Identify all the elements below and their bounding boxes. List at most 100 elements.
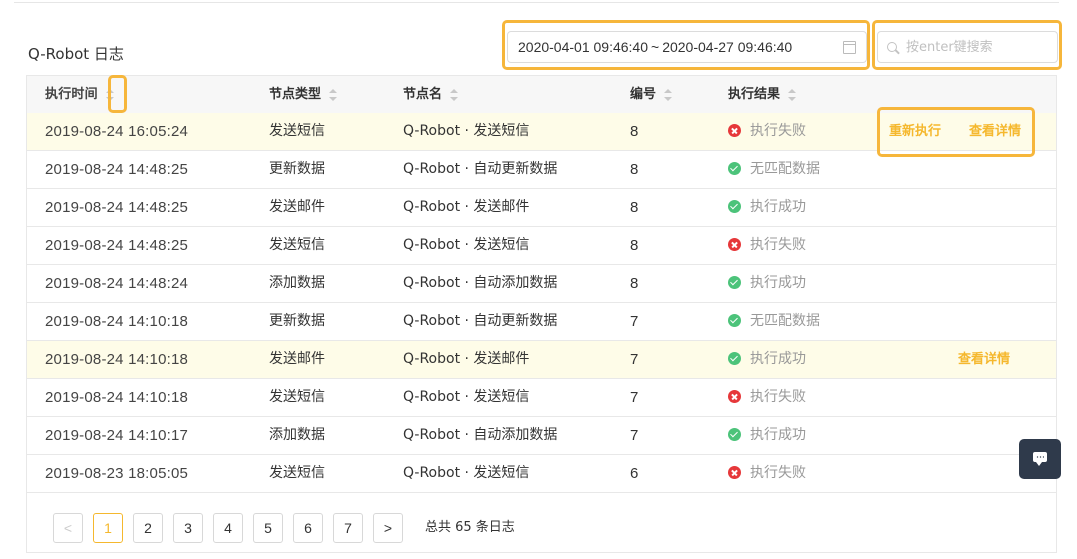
- cell-name: Q-Robot · 自动更新数据: [403, 313, 558, 329]
- table-row[interactable]: 2019-08-24 14:48:25 更新数据 Q-Robot · 自动更新数据 8…: [27, 151, 1056, 189]
- cell-time: 2019-08-24 14:48:25: [45, 237, 189, 254]
- log-table-card: 执行时间 节点类型 节点名 编号 执行结果 2019-08-24 16:05:2…: [26, 75, 1057, 553]
- result-text: 执行失败: [750, 389, 806, 405]
- cell-name: Q-Robot · 自动添加数据: [403, 275, 558, 291]
- pagination: < 1234567 > 总共 65 条日志: [53, 502, 1053, 552]
- table-row[interactable]: 2019-08-24 14:10:18 发送短信 Q-Robot · 发送短信 7 执行…: [27, 379, 1056, 417]
- cell-result: 执行成功: [728, 265, 806, 302]
- date-start: 2020-04-01 09:46:40: [518, 39, 648, 55]
- result-text: 执行成功: [750, 199, 806, 215]
- table-row[interactable]: 2019-08-24 14:48:24 添加数据 Q-Robot · 自动添加数据 8…: [27, 265, 1056, 303]
- cell-name: Q-Robot · 发送邮件: [403, 199, 530, 215]
- cell-actions: [887, 455, 1037, 492]
- cell-number: 8: [630, 199, 639, 216]
- page-button-5[interactable]: 5: [253, 513, 283, 543]
- table-row[interactable]: 2019-08-24 14:10:18 发送邮件 Q-Robot · 发送邮件 7 执行…: [27, 341, 1056, 379]
- cell-name: Q-Robot · 发送邮件: [403, 351, 530, 367]
- view-details-link[interactable]: 查看详情: [958, 341, 1010, 378]
- cell-type: 添加数据: [269, 427, 325, 443]
- retry-link[interactable]: 重新执行: [889, 113, 941, 150]
- cell-type: 发送短信: [269, 465, 325, 481]
- page-button-1[interactable]: 1: [93, 513, 123, 543]
- check-circle-icon: [728, 314, 741, 327]
- prev-page-button[interactable]: <: [53, 513, 83, 543]
- column-header-number[interactable]: 编号: [630, 76, 673, 113]
- cell-result: 执行失败: [728, 379, 806, 416]
- calendar-icon[interactable]: [843, 41, 856, 54]
- cell-actions: 重新执行 查看详情: [887, 113, 1037, 150]
- check-circle-icon: [728, 162, 741, 175]
- column-header-name[interactable]: 节点名: [403, 76, 459, 113]
- result-text: 无匹配数据: [750, 161, 820, 177]
- cell-result: 无匹配数据: [728, 151, 820, 188]
- cell-name: Q-Robot · 自动添加数据: [403, 427, 558, 443]
- cell-result: 无匹配数据: [728, 303, 820, 340]
- cell-name: Q-Robot · 自动更新数据: [403, 161, 558, 177]
- cell-name: Q-Robot · 发送短信: [403, 237, 530, 253]
- close-circle-icon: [728, 124, 741, 137]
- check-circle-icon: [728, 352, 741, 365]
- sort-icon[interactable]: [664, 88, 673, 101]
- cell-result: 执行成功: [728, 417, 806, 454]
- cell-time: 2019-08-24 14:10:18: [45, 313, 189, 330]
- table-row[interactable]: 2019-08-24 16:05:24 发送短信 Q-Robot · 发送短信 8 执行…: [27, 113, 1056, 151]
- cell-time: 2019-08-24 14:48:24: [45, 275, 189, 292]
- result-text: 执行失败: [750, 237, 806, 253]
- cell-number: 7: [630, 427, 639, 444]
- cell-result: 执行失败: [728, 455, 806, 492]
- date-end: 2020-04-27 09:46:40: [662, 39, 793, 55]
- cell-time: 2019-08-24 14:10:17: [45, 427, 189, 444]
- chat-button[interactable]: [1019, 439, 1061, 479]
- cell-number: 7: [630, 389, 639, 406]
- cell-result: 执行成功: [728, 341, 806, 378]
- next-page-button[interactable]: >: [373, 513, 403, 543]
- cell-actions: [887, 227, 1037, 264]
- page-button-7[interactable]: 7: [333, 513, 363, 543]
- cell-number: 7: [630, 313, 639, 330]
- cell-actions: [887, 151, 1037, 188]
- result-text: 执行失败: [750, 465, 806, 481]
- table-row[interactable]: 2019-08-24 14:10:18 更新数据 Q-Robot · 自动更新数据 7…: [27, 303, 1056, 341]
- top-divider: [14, 2, 1059, 3]
- cell-time: 2019-08-24 14:10:18: [45, 351, 189, 368]
- cell-result: 执行成功: [728, 189, 806, 226]
- table-row[interactable]: 2019-08-23 18:05:05 发送短信 Q-Robot · 发送短信 6 执行…: [27, 455, 1056, 493]
- table-row[interactable]: 2019-08-24 14:48:25 发送短信 Q-Robot · 发送短信 8 执行…: [27, 227, 1056, 265]
- cell-actions: [887, 417, 1037, 454]
- sort-icon[interactable]: [450, 88, 459, 101]
- cell-time: 2019-08-23 18:05:05: [45, 465, 189, 482]
- sort-icon[interactable]: [105, 88, 114, 101]
- result-text: 执行成功: [750, 351, 806, 367]
- cell-name: Q-Robot · 发送短信: [403, 465, 530, 481]
- page-title: Q-Robot 日志: [28, 45, 124, 63]
- page-button-4[interactable]: 4: [213, 513, 243, 543]
- table-row[interactable]: 2019-08-24 14:48:25 发送邮件 Q-Robot · 发送邮件 8 执行…: [27, 189, 1056, 227]
- cell-number: 8: [630, 275, 639, 292]
- page-button-2[interactable]: 2: [133, 513, 163, 543]
- cell-type: 发送邮件: [269, 351, 325, 367]
- view-details-link[interactable]: 查看详情: [969, 113, 1021, 150]
- cell-type: 发送邮件: [269, 199, 325, 215]
- cell-number: 8: [630, 161, 639, 178]
- column-header-result[interactable]: 执行结果: [728, 76, 797, 113]
- sort-icon[interactable]: [329, 88, 338, 101]
- cell-result: 执行失败: [728, 227, 806, 264]
- close-circle-icon: [728, 390, 741, 403]
- search-box[interactable]: [877, 31, 1058, 63]
- cell-result: 执行失败: [728, 113, 806, 150]
- cell-type: 添加数据: [269, 275, 325, 291]
- page-button-6[interactable]: 6: [293, 513, 323, 543]
- result-text: 无匹配数据: [750, 313, 820, 329]
- cell-number: 7: [630, 351, 639, 368]
- date-range-picker[interactable]: 2020-04-01 09:46:40 ~ 2020-04-27 09:46:4…: [507, 31, 867, 63]
- search-input[interactable]: [904, 38, 1048, 56]
- close-circle-icon: [728, 466, 741, 479]
- table-row[interactable]: 2019-08-24 14:10:17 添加数据 Q-Robot · 自动添加数据 7…: [27, 417, 1056, 455]
- column-header-type[interactable]: 节点类型: [269, 76, 338, 113]
- cell-time: 2019-08-24 14:48:25: [45, 199, 189, 216]
- page-button-3[interactable]: 3: [173, 513, 203, 543]
- sort-icon[interactable]: [788, 88, 797, 101]
- column-header-time[interactable]: 执行时间: [45, 76, 114, 113]
- cell-time: 2019-08-24 14:10:18: [45, 389, 189, 406]
- cell-name: Q-Robot · 发送短信: [403, 389, 530, 405]
